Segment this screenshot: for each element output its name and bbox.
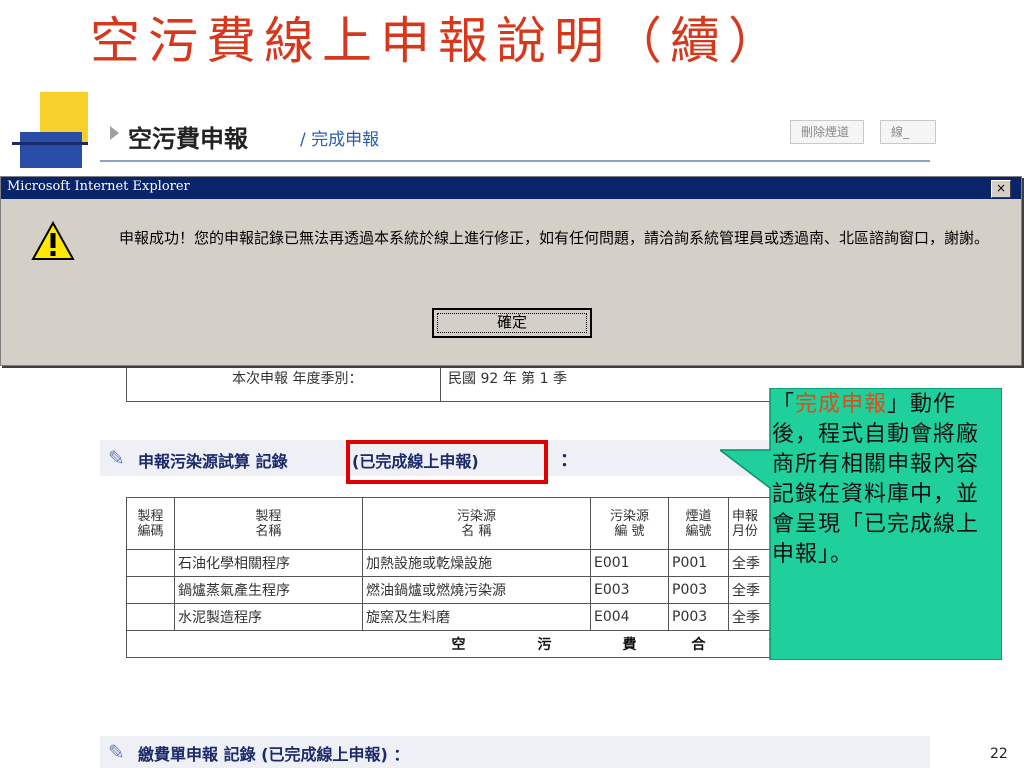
page-title: 空污費申報 [128,125,248,153]
season-label: 本次申報 年度季別： [232,371,363,387]
header-process-code: 製程 編碼 [126,497,175,550]
header-bullet-icon [110,126,119,140]
header-process-name: 製程 名稱 [174,497,363,550]
cell: 水泥製造程序 [174,603,363,631]
total-char: 合 [691,637,706,653]
cell [126,549,175,577]
callout-highlight: 完成申報 [795,392,888,417]
total-cell: 費 [590,630,669,658]
cell: 鍋爐蒸氣產生程序 [174,576,363,604]
cell: 石油化學相關程序 [174,549,363,577]
pencil-icon: ✎ [108,740,125,764]
total-spacer [126,630,175,658]
cell: E001 [590,549,669,577]
header-stack-id-label: 煙道 編號 [685,508,712,539]
header-source-id-label: 污染源 編 號 [609,508,649,539]
pencil-icon: ✎ [108,446,125,470]
section1-title: 申報污染源試算 記錄 [138,452,288,471]
callout-text: 「完成申報」動作後，程式自動會將廠商所有相關申報內容記錄在資料庫中，並會呈現「已… [772,390,994,570]
warning-icon [31,221,75,260]
dialog-title: Microsoft Internet Explorer [7,179,190,194]
cell: 燃油鍋爐或燃燒污染源 [362,576,591,604]
header-source-name: 污染源 名 稱 [362,497,591,550]
total-label-part1: 空 污 [366,634,588,654]
page-subtitle: / 完成申報 [300,130,380,150]
season-separator [440,363,441,401]
header-divider [100,160,930,162]
ok-button[interactable]: 確定 [432,308,592,338]
header-process-code-label: 製程 編碼 [137,508,164,539]
decorative-line [12,142,90,145]
total-char: 空 [451,637,466,653]
decorative-square-blue [20,132,82,168]
cell [126,576,175,604]
season-value: 民國 92 年 第 1 季 [448,371,567,387]
cell [126,603,175,631]
callout-open-quote: 「 [772,392,796,417]
total-char: 污 [537,637,552,653]
cell: E004 [590,603,669,631]
close-icon[interactable]: × [991,180,1011,198]
total-spacer [174,630,363,658]
header-process-name-label: 製程 名稱 [255,508,282,539]
total-cell: 空 污 [362,630,591,658]
page-number: 22 [990,746,1008,762]
cell: E003 [590,576,669,604]
alert-dialog: Microsoft Internet Explorer × 申報成功！您的申報記… [0,176,1022,366]
cell: 旋窯及生料磨 [362,603,591,631]
section1-colon: ： [560,450,578,471]
crumb-line[interactable]: 線_ [880,120,936,144]
crumb-delete-stack[interactable]: 刪除煙道 [790,120,865,144]
highlight-box [346,440,548,484]
dialog-message: 申報成功！您的申報記錄已無法再透過本系統於線上進行修正，如有任何問題，請洽詢系統… [119,229,990,247]
header-source-name-label: 污染源 名 稱 [456,508,496,539]
section2-title: 繳費單申報 記錄 (已完成線上申報) ： [138,745,410,764]
header-source-id: 污染源 編 號 [590,497,669,550]
slide-title: 空污費線上申報說明（續） [90,12,786,70]
callout-body: 」動作後，程式自動會將廠商所有相關申報內容記錄在資料庫中，並會呈現「已完成線上申… [772,392,980,567]
ok-button-focus-ring [437,313,587,333]
total-char: 費 [622,637,637,653]
cell: 加熱設施或乾燥設施 [362,549,591,577]
dialog-titlebar: Microsoft Internet Explorer × [1,177,1021,199]
